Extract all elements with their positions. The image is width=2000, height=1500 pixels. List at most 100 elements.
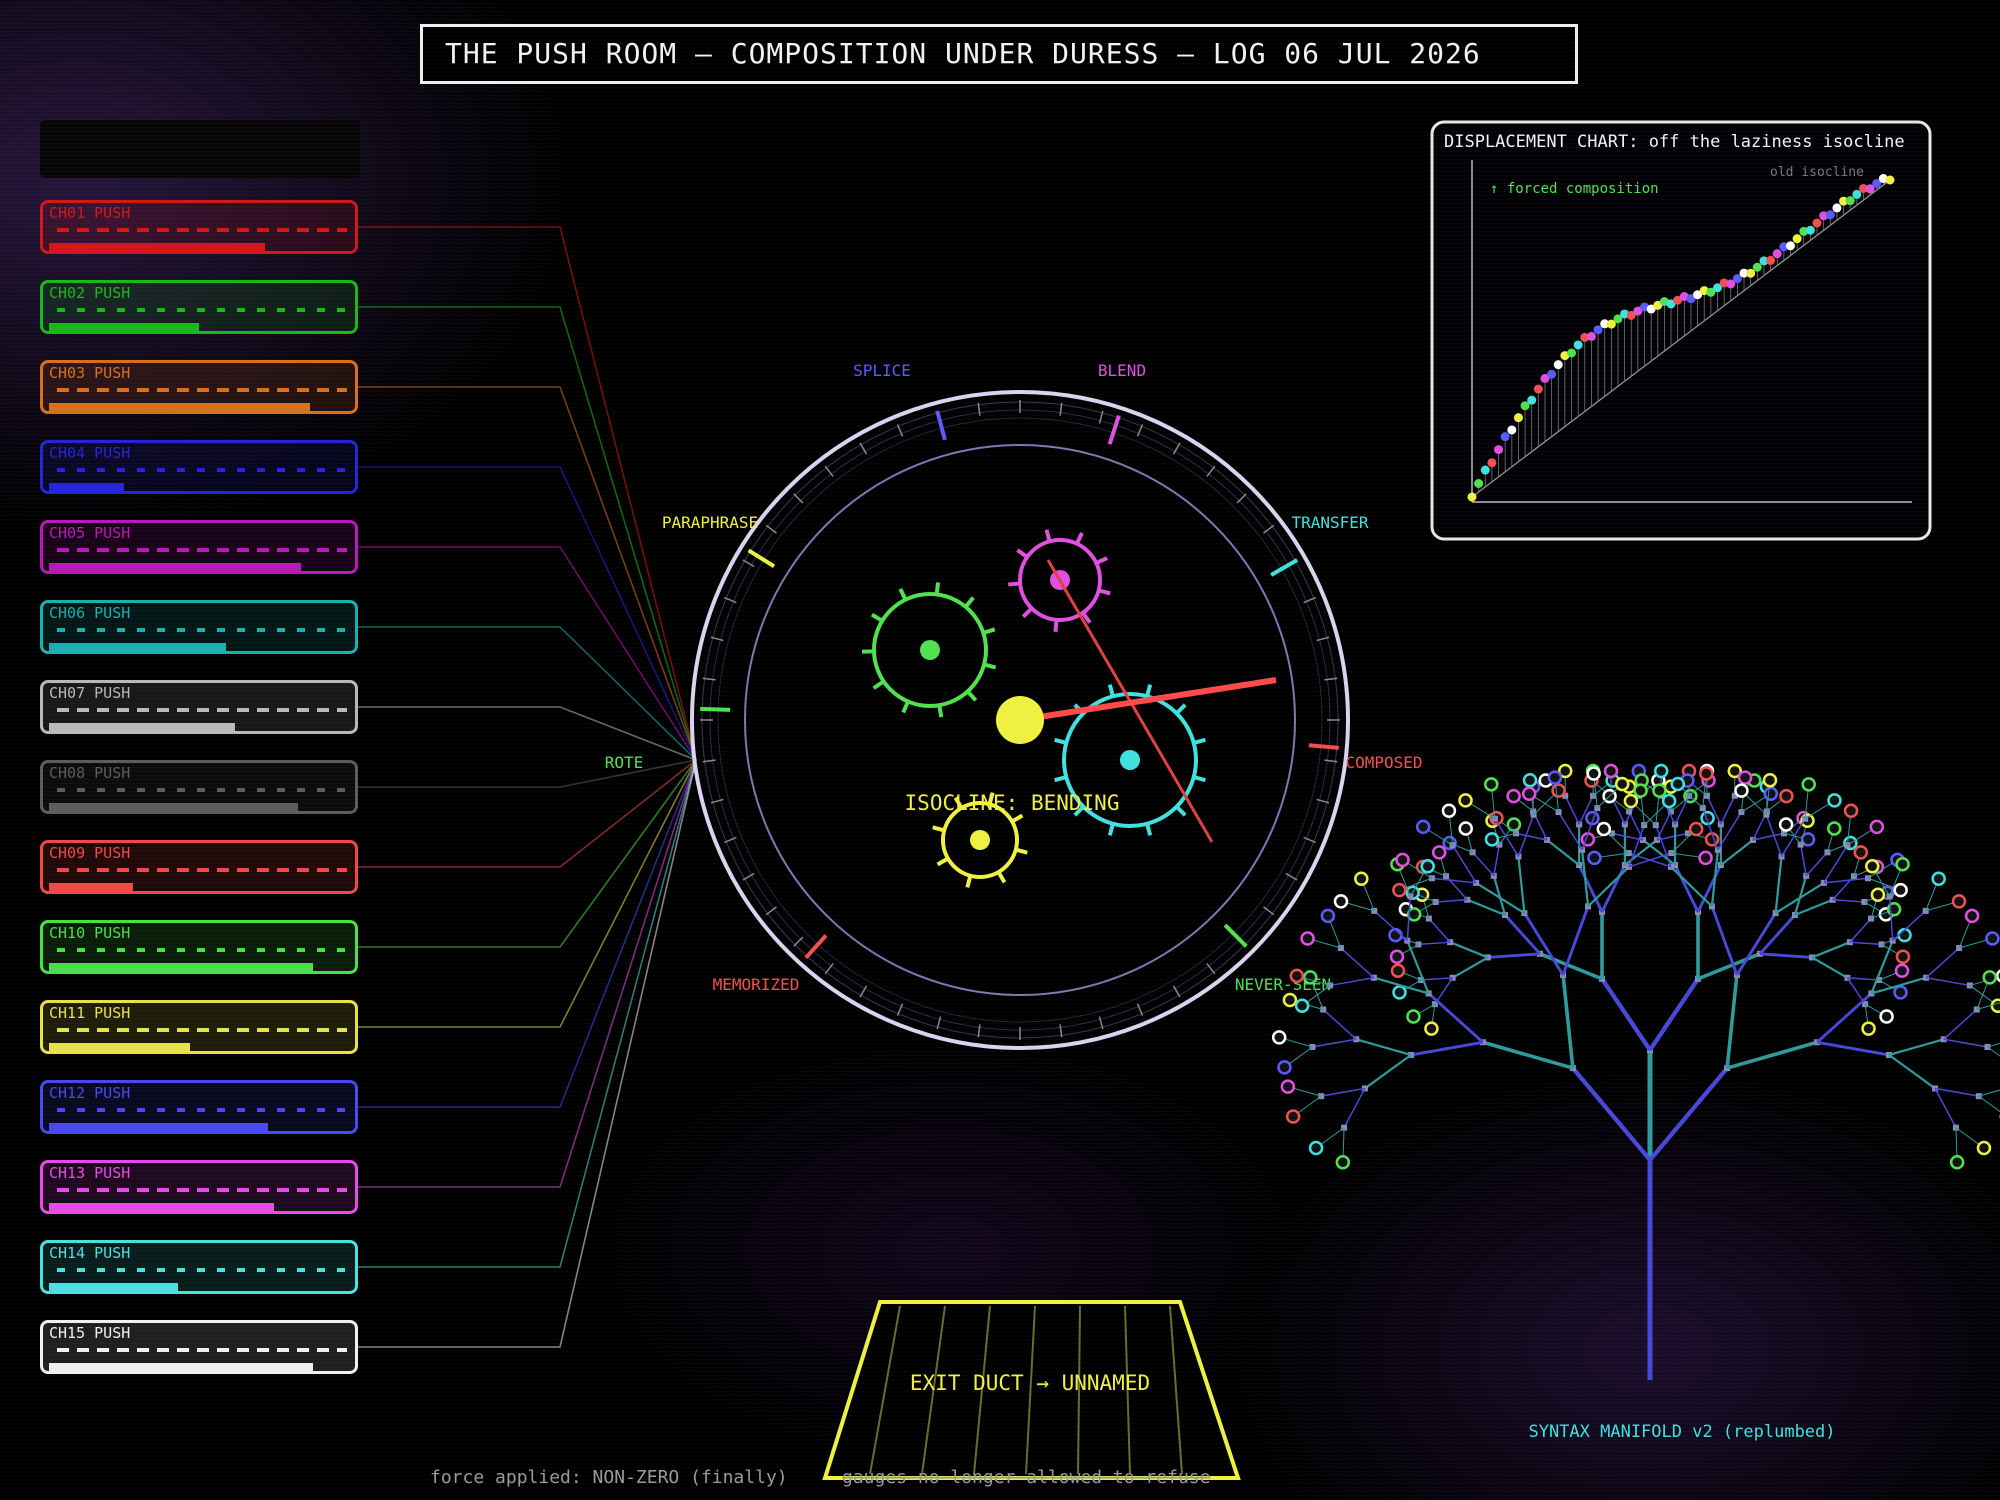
dial-tick <box>765 906 777 916</box>
tree-leaf <box>1303 970 1318 985</box>
tree-branch <box>1811 956 1848 979</box>
displacement-point <box>1593 325 1603 335</box>
displacement-point <box>1553 360 1563 370</box>
tree-branch <box>1849 918 1872 943</box>
tree-leaf <box>1521 786 1537 801</box>
tree-leaf <box>1389 949 1405 965</box>
displacement-point <box>1533 384 1543 394</box>
tree-branch <box>1648 1066 1729 1162</box>
displacement-point <box>1573 340 1583 350</box>
tree-leaf <box>1458 793 1473 808</box>
displacement-point <box>1845 196 1855 206</box>
tree-leaf <box>1827 793 1842 808</box>
displacement-point <box>1812 218 1822 228</box>
gear-tooth <box>1098 588 1111 596</box>
gear-hub <box>1120 750 1140 770</box>
syntax-manifold-tree <box>1271 763 2000 1380</box>
dial-tick <box>1206 465 1216 477</box>
tree-branch <box>1925 976 1970 987</box>
gear-tooth <box>932 825 945 833</box>
tree-branch <box>1493 844 1501 876</box>
old-isocline-legend: old isocline <box>1770 165 1864 180</box>
tree-branch <box>1475 881 1525 915</box>
tree-branch <box>1934 1088 1957 1128</box>
tree-branch <box>1987 1046 2000 1057</box>
tree-leaf <box>1320 908 1336 924</box>
gear-tooth <box>1008 581 1021 587</box>
tree-leaf <box>1431 845 1447 860</box>
dial-tick <box>1206 963 1216 975</box>
displacement-point <box>1586 331 1596 341</box>
tree-leaf <box>1652 783 1667 798</box>
tree-leaf <box>1308 1140 1324 1156</box>
tree-leaf <box>1294 998 1310 1014</box>
tree-leaf <box>1415 819 1431 835</box>
tree-leaf <box>1670 776 1686 792</box>
tree-branch <box>1655 824 1672 868</box>
tree-leaf <box>1395 852 1410 868</box>
tree-branch <box>1752 832 1785 841</box>
displacement-point <box>1792 234 1802 244</box>
tree-branch <box>1934 1087 1979 1097</box>
tree-branch <box>1720 839 1754 866</box>
gear-tooth <box>1053 619 1059 632</box>
tree-leaf <box>1843 803 1859 819</box>
tree-leaf <box>1801 777 1816 792</box>
tree-leaf <box>1895 949 1911 965</box>
tree-branch <box>1482 1040 1574 1070</box>
gear-tooth <box>1021 606 1034 619</box>
tree-leaf <box>1762 772 1778 788</box>
tree-leaf <box>1587 850 1602 866</box>
tree-leaf <box>1603 763 1619 779</box>
channel-wire <box>358 759 697 868</box>
gear-tooth <box>983 662 997 670</box>
tree-leaf <box>1506 788 1521 804</box>
tree-leaf <box>1763 786 1779 801</box>
tree-branch <box>1517 856 1526 914</box>
tree-leaf <box>1779 788 1794 804</box>
tree-branch <box>1410 1040 1484 1057</box>
dial-tick <box>1263 906 1275 916</box>
dial-label-blend: BLEND <box>1098 361 1146 380</box>
tree-leaf <box>1653 763 1669 779</box>
tree-branch <box>1487 952 1541 959</box>
tree-branch <box>1799 844 1807 876</box>
tree-branch <box>1816 992 1873 1044</box>
tree-branch <box>1710 849 1719 907</box>
tree-leaf <box>1633 783 1648 798</box>
tree-branch <box>1364 1054 1412 1090</box>
exit-duct-label: EXIT DUCT → UNNAMED <box>910 1371 1150 1395</box>
gear-tooth <box>1145 684 1153 697</box>
tree-leaf <box>1277 1060 1292 1075</box>
gear-tooth <box>1015 847 1028 855</box>
tree-leaf <box>1392 882 1407 898</box>
dial-label-composed: COMPOSED <box>1345 753 1422 772</box>
displacement-point <box>1467 492 1477 502</box>
displacement-point <box>1766 255 1776 265</box>
tree-branch <box>1943 1038 1988 1048</box>
tree-leaf <box>1390 963 1406 978</box>
dial-tick <box>824 465 834 477</box>
tree-leaf <box>1285 1109 1301 1124</box>
tree-branch <box>1674 795 1690 825</box>
dial-hub <box>996 696 1044 744</box>
dial-label-memorized: MEMORIZED <box>713 975 800 994</box>
tree-branch <box>1420 977 1453 981</box>
tree-branch <box>1720 795 1736 825</box>
dial-zone-marker <box>1308 743 1339 750</box>
instrument-canvas: SPLICE BLEND PARAPHRASE TRANSFER ROTE CO… <box>358 120 2000 1488</box>
tree-branch <box>1321 1087 1366 1097</box>
gear-tooth <box>1016 548 1029 559</box>
gear-tooth <box>1107 684 1115 697</box>
gear-tooth <box>870 612 884 623</box>
displacement-point <box>1885 175 1895 185</box>
displacement-point <box>1772 249 1782 259</box>
gear-tooth <box>1044 529 1052 542</box>
channel-wire <box>358 706 697 761</box>
tree-leaf <box>1586 766 1601 781</box>
tree-leaf <box>1547 770 1563 785</box>
channel-wires <box>358 226 697 1348</box>
displacement-point <box>1785 241 1795 251</box>
tree-branch <box>1435 899 1468 903</box>
tree-leaf <box>1893 882 1908 898</box>
